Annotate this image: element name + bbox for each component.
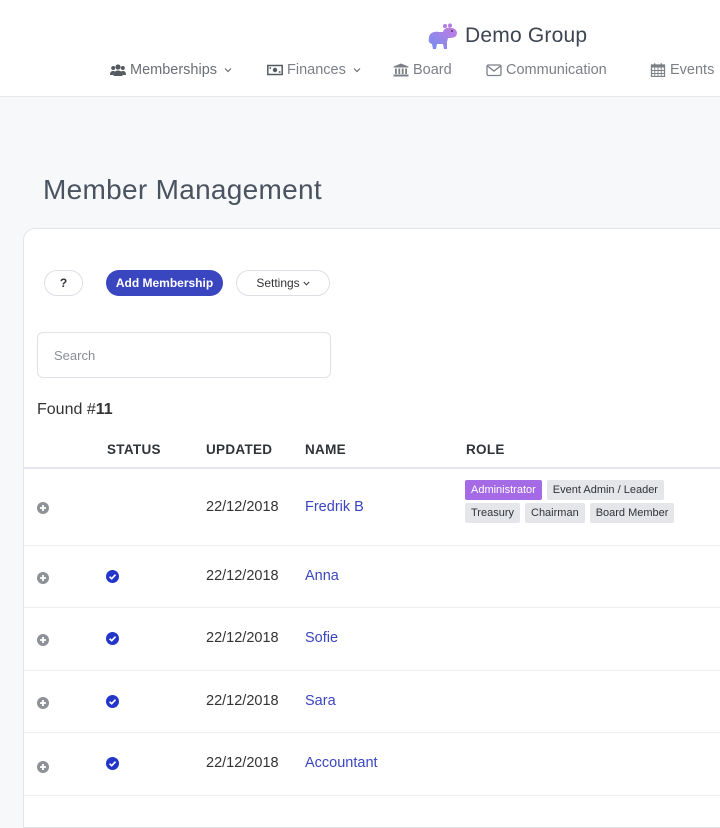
- member-card: ? Add Membership Settings Found #11 STAT…: [23, 228, 720, 828]
- results-prefix: Found #: [37, 401, 96, 418]
- nav-memberships-label: Memberships: [130, 62, 218, 78]
- column-header-name[interactable]: NAME: [305, 442, 346, 457]
- updated-date: 22/12/2018: [206, 499, 279, 515]
- calendar-icon: [650, 63, 666, 77]
- verified-check-icon: [106, 570, 119, 583]
- member-name-link[interactable]: Anna: [305, 568, 339, 584]
- nav-communication[interactable]: Communication: [486, 62, 607, 78]
- add-membership-button[interactable]: Add Membership: [106, 270, 223, 296]
- envelope-icon: [486, 64, 502, 77]
- settings-label: Settings: [256, 276, 300, 290]
- bank-icon: [393, 63, 409, 77]
- role-badge: Administrator: [465, 480, 542, 500]
- updated-date: 22/12/2018: [206, 755, 279, 771]
- nav-board[interactable]: Board: [393, 62, 452, 78]
- column-header-status[interactable]: STATUS: [107, 442, 161, 457]
- updated-date: 22/12/2018: [206, 630, 279, 646]
- brand[interactable]: Demo Group: [425, 20, 587, 52]
- verified-check-icon: [106, 632, 119, 645]
- nav-finances[interactable]: Finances: [267, 62, 361, 78]
- nav-finances-label: Finances: [287, 62, 346, 78]
- chevron-down-icon: [353, 68, 361, 73]
- role-badge: Chairman: [525, 503, 585, 523]
- search-input[interactable]: [37, 332, 331, 378]
- verified-check-icon: [106, 695, 119, 708]
- member-name-link[interactable]: Sara: [305, 693, 336, 709]
- table-row: 22/12/2018 Sara: [24, 671, 720, 733]
- results-number: 11: [95, 401, 113, 418]
- table-header: STATUS UPDATED NAME ROLE: [24, 435, 720, 469]
- column-header-role[interactable]: ROLE: [466, 442, 505, 457]
- member-name-link[interactable]: Sofie: [305, 630, 338, 646]
- top-navbar: Demo Group Memberships Finances Board Co…: [0, 0, 720, 97]
- table-row: 22/12/2018 Anna: [24, 546, 720, 608]
- nav-board-label: Board: [413, 62, 452, 78]
- expand-plus-icon[interactable]: [37, 502, 49, 514]
- table-row: 22/12/2018 Sofie: [24, 608, 720, 671]
- updated-date: 22/12/2018: [206, 568, 279, 584]
- nav-memberships[interactable]: Memberships: [110, 62, 232, 78]
- column-header-updated[interactable]: UPDATED: [206, 442, 272, 457]
- help-button[interactable]: ?: [44, 270, 83, 296]
- role-list: Administrator Event Admin / Leader Treas…: [465, 480, 705, 523]
- member-name-link[interactable]: Accountant: [305, 755, 378, 771]
- users-icon: [110, 64, 126, 76]
- expand-plus-icon[interactable]: [37, 634, 49, 646]
- hippo-logo-icon: [428, 23, 457, 49]
- page-title: Member Management: [43, 174, 323, 205]
- role-badge: Event Admin / Leader: [546, 480, 664, 500]
- table-row: 22/12/2018 Fredrik B Administrator Event…: [24, 470, 720, 546]
- chevron-down-icon: [303, 281, 310, 286]
- expand-plus-icon[interactable]: [37, 761, 49, 773]
- settings-dropdown-button[interactable]: Settings: [236, 270, 330, 296]
- nav-events-label: Events: [670, 62, 715, 78]
- results-count: Found #11: [37, 401, 113, 419]
- main-nav: Memberships Finances Board Communication…: [0, 62, 720, 82]
- money-bill-icon: [267, 64, 283, 76]
- group-name: Demo Group: [465, 24, 588, 47]
- nav-communication-label: Communication: [506, 62, 607, 78]
- role-badge: Treasury: [465, 503, 520, 523]
- member-name-link[interactable]: Fredrik B: [305, 499, 364, 515]
- expand-plus-icon[interactable]: [37, 572, 49, 584]
- nav-events[interactable]: Events: [650, 62, 714, 78]
- role-badge: Board Member: [589, 503, 675, 523]
- table-row: 22/12/2018 Accountant: [24, 733, 720, 796]
- expand-plus-icon[interactable]: [37, 697, 49, 709]
- updated-date: 22/12/2018: [206, 693, 279, 709]
- verified-check-icon: [106, 757, 119, 770]
- chevron-down-icon: [224, 68, 232, 73]
